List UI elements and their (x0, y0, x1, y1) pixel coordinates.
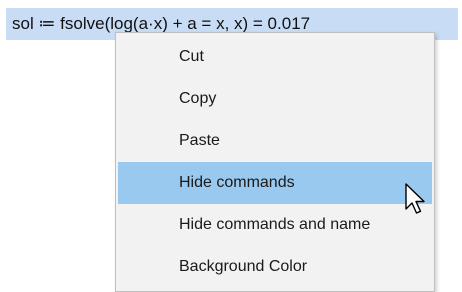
arrow-pointer-icon (405, 183, 425, 214)
menu-item-label: Copy (179, 90, 217, 107)
menu-item-label: Cut (179, 48, 204, 65)
menu-item-cut[interactable]: Cut (118, 36, 432, 78)
menu-item-label: Hide commands and name (179, 216, 371, 233)
context-menu: Cut Copy Paste Hide commands Hide comman… (115, 32, 435, 292)
menu-item-copy[interactable]: Copy (118, 78, 432, 120)
menu-item-hide-commands[interactable]: Hide commands (118, 162, 432, 204)
menu-item-label: Hide commands (179, 174, 295, 191)
menu-item-label: Background Color (179, 258, 308, 275)
menu-item-hide-commands-and-name[interactable]: Hide commands and name (118, 204, 432, 246)
formula-text: sol ≔ fsolve(log(a·x) + a = x, x) = 0.01… (12, 14, 311, 33)
menu-item-label: Paste (179, 132, 220, 149)
menu-item-paste[interactable]: Paste (118, 120, 432, 162)
